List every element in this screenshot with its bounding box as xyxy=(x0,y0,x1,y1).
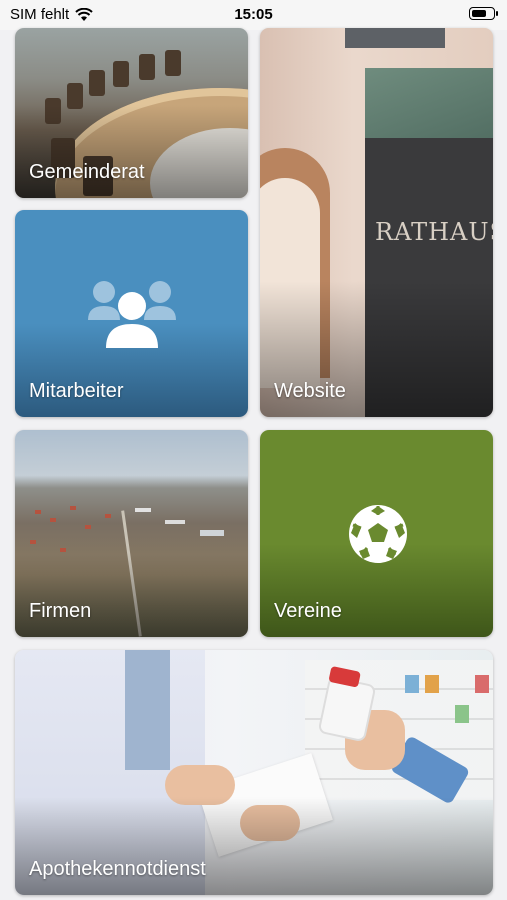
aerial-building xyxy=(200,530,224,536)
medicine-box xyxy=(405,675,419,693)
rathaus-sign: RATHAUS xyxy=(375,218,493,246)
aerial-building xyxy=(165,520,185,524)
aerial-house xyxy=(105,514,111,518)
roof-image xyxy=(365,68,493,148)
aerial-house xyxy=(70,506,76,510)
tile-label-vereine: Vereine xyxy=(274,600,342,622)
aerial-building xyxy=(135,508,151,512)
tile-gemeinderat[interactable]: Gemeinderat xyxy=(15,28,248,198)
aerial-house xyxy=(60,548,66,552)
pharmacist-shirt-image xyxy=(125,650,170,770)
people-group-icon xyxy=(88,281,176,348)
status-bar: SIM fehlt 15:05 xyxy=(0,0,507,30)
aerial-house xyxy=(30,540,36,544)
aerial-house xyxy=(85,525,91,529)
tile-vereine[interactable]: Vereine xyxy=(260,430,493,637)
battery-icon xyxy=(469,7,498,20)
tile-label-apothekennotdienst: Apothekennotdienst xyxy=(29,858,206,880)
chair-image xyxy=(165,50,181,76)
clock: 15:05 xyxy=(234,6,273,23)
chair-image xyxy=(113,61,129,87)
tile-label-website: Website xyxy=(274,380,346,402)
tile-website[interactable]: RATHAUS Website xyxy=(260,28,493,417)
tile-shade xyxy=(15,554,248,637)
aerial-house xyxy=(35,510,41,514)
tile-label-firmen: Firmen xyxy=(29,600,92,622)
tile-label-gemeinderat: Gemeinderat xyxy=(29,161,145,183)
tile-firmen[interactable]: Firmen xyxy=(15,430,248,637)
tile-label-mitarbeiter: Mitarbeiter xyxy=(29,380,124,402)
tile-apothekennotdienst[interactable]: Apothekennotdienst xyxy=(15,650,493,895)
chair-image xyxy=(89,70,105,96)
medicine-box xyxy=(455,705,469,723)
chair-image xyxy=(139,54,155,80)
aerial-house xyxy=(50,518,56,522)
medicine-box xyxy=(475,675,489,693)
soccer-ball-icon xyxy=(349,505,407,563)
building-window-image xyxy=(345,28,445,48)
tile-mitarbeiter[interactable]: Mitarbeiter xyxy=(15,210,248,417)
medicine-box xyxy=(425,675,439,693)
